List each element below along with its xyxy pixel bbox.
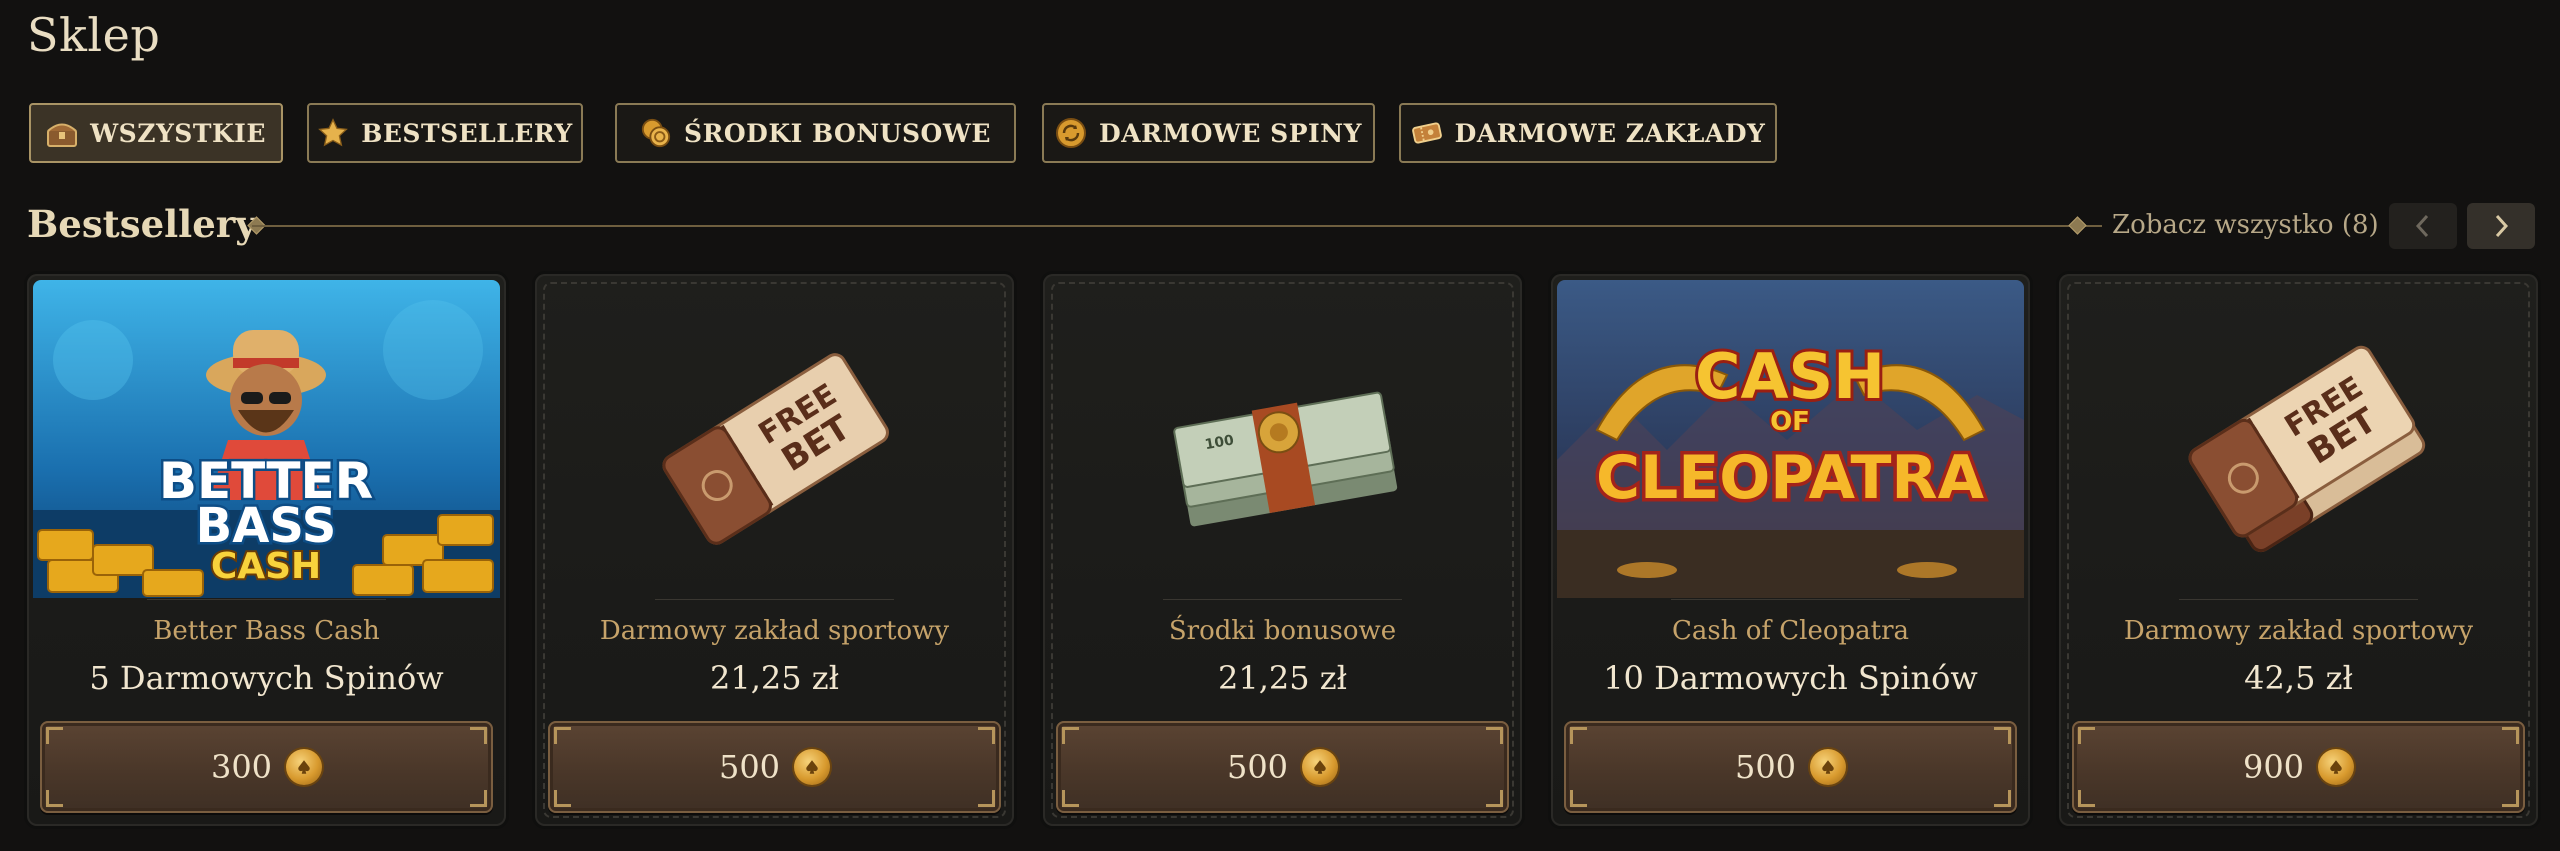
product-card[interactable]: FREE BET Darmowy zakład sportowy 42,5 zł… [2059, 274, 2538, 826]
product-name: Better Bass Cash [153, 616, 380, 646]
product-card[interactable]: 100 Środki bonusowe 21,25 zł 500 [1043, 274, 1522, 826]
tab-bonus-funds-label: ŚRODKI BONUSOWE [684, 118, 991, 148]
svg-text:OF: OF [1770, 407, 1810, 437]
see-all-link[interactable]: Zobacz wszystko (8) [2112, 210, 2379, 240]
price-label: 900 [2242, 748, 2305, 786]
product-value: 5 Darmowych Spinów [89, 659, 444, 697]
product-image-cash-bundle: 100 [1049, 280, 1516, 598]
svg-text:CASH: CASH [1695, 340, 1885, 413]
product-card[interactable]: BETTER BASS CASH Better Bass Cash 5 Darm… [27, 274, 506, 826]
product-image-free-bet-stack: FREE BET [2065, 280, 2532, 598]
card-separator [655, 599, 894, 600]
chevron-left-icon [2415, 214, 2429, 238]
page-title: Sklep [27, 8, 161, 62]
star-icon [317, 117, 349, 149]
tab-all[interactable]: WSZYSTKIE [29, 103, 283, 163]
product-value: 10 Darmowych Spinów [1603, 659, 1978, 697]
product-name: Cash of Cleopatra [1671, 616, 1910, 646]
card-separator [147, 599, 386, 600]
product-card[interactable]: FREE BET Darmowy zakład sportowy 21,25 z… [535, 274, 1014, 826]
carousel-prev-button[interactable] [2389, 203, 2457, 249]
product-image-free-bet: FREE BET [541, 280, 1008, 598]
buy-button[interactable]: 500 [1056, 721, 1509, 813]
divider-ornament-right [2068, 216, 2087, 235]
tab-bonus-funds[interactable]: ŚRODKI BONUSOWE [615, 103, 1016, 163]
section-divider [252, 225, 2102, 227]
buy-button[interactable]: 900 [2072, 721, 2525, 813]
tab-free-bets-label: DARMOWE ZAKŁADY [1454, 118, 1766, 148]
bestsellers-section-header: Bestsellery Zobacz wszystko (8) [27, 202, 2537, 252]
treasure-chest-icon [46, 117, 78, 149]
coin-icon [1810, 749, 1847, 785]
price-label: 500 [718, 748, 781, 786]
section-title: Bestsellery [27, 202, 257, 246]
buy-button[interactable]: 300 [40, 721, 493, 813]
buy-button[interactable]: 500 [548, 721, 1001, 813]
svg-text:CASH: CASH [211, 546, 321, 587]
chevron-right-icon [2495, 214, 2509, 238]
ticket-icon [1411, 117, 1443, 149]
product-value: 42,5 zł [2244, 659, 2353, 697]
price-label: 500 [1226, 748, 1289, 786]
card-separator [1163, 599, 1402, 600]
coin-icon [2318, 749, 2355, 785]
product-name: Środki bonusowe [1168, 616, 1397, 646]
svg-text:CLEOPATRA: CLEOPATRA [1596, 443, 1985, 513]
price-label: 500 [1734, 748, 1797, 786]
product-image-cash-of-cleopatra: CASH OF CLEOPATRA [1557, 280, 2024, 598]
product-value: 21,25 zł [709, 659, 839, 697]
card-separator [1671, 599, 1910, 600]
spin-icon [1055, 117, 1087, 149]
product-value: 21,25 zł [1217, 659, 1347, 697]
tab-bestsellers[interactable]: BESTSELLERY [307, 103, 583, 163]
product-name: Darmowy zakład sportowy [2123, 616, 2474, 646]
buy-button[interactable]: 500 [1564, 721, 2017, 813]
tab-free-spins-label: DARMOWE SPINY [1099, 118, 1362, 148]
coin-icon [286, 749, 323, 785]
coin-icon [1302, 749, 1339, 785]
tab-bestsellers-label: BESTSELLERY [361, 118, 573, 148]
card-separator [2179, 599, 2418, 600]
tab-free-bets[interactable]: DARMOWE ZAKŁADY [1399, 103, 1777, 163]
tab-free-spins[interactable]: DARMOWE SPINY [1042, 103, 1375, 163]
tab-all-label: WSZYSTKIE [90, 118, 266, 148]
coins-icon [640, 117, 672, 149]
product-card[interactable]: CASH OF CLEOPATRA Cash of Cleopatra 10 D… [1551, 274, 2030, 826]
coin-icon [794, 749, 831, 785]
price-label: 300 [210, 748, 273, 786]
product-image-better-bass-cash: BETTER BASS CASH [33, 280, 500, 598]
carousel-next-button[interactable] [2467, 203, 2535, 249]
product-name: Darmowy zakład sportowy [599, 616, 950, 646]
